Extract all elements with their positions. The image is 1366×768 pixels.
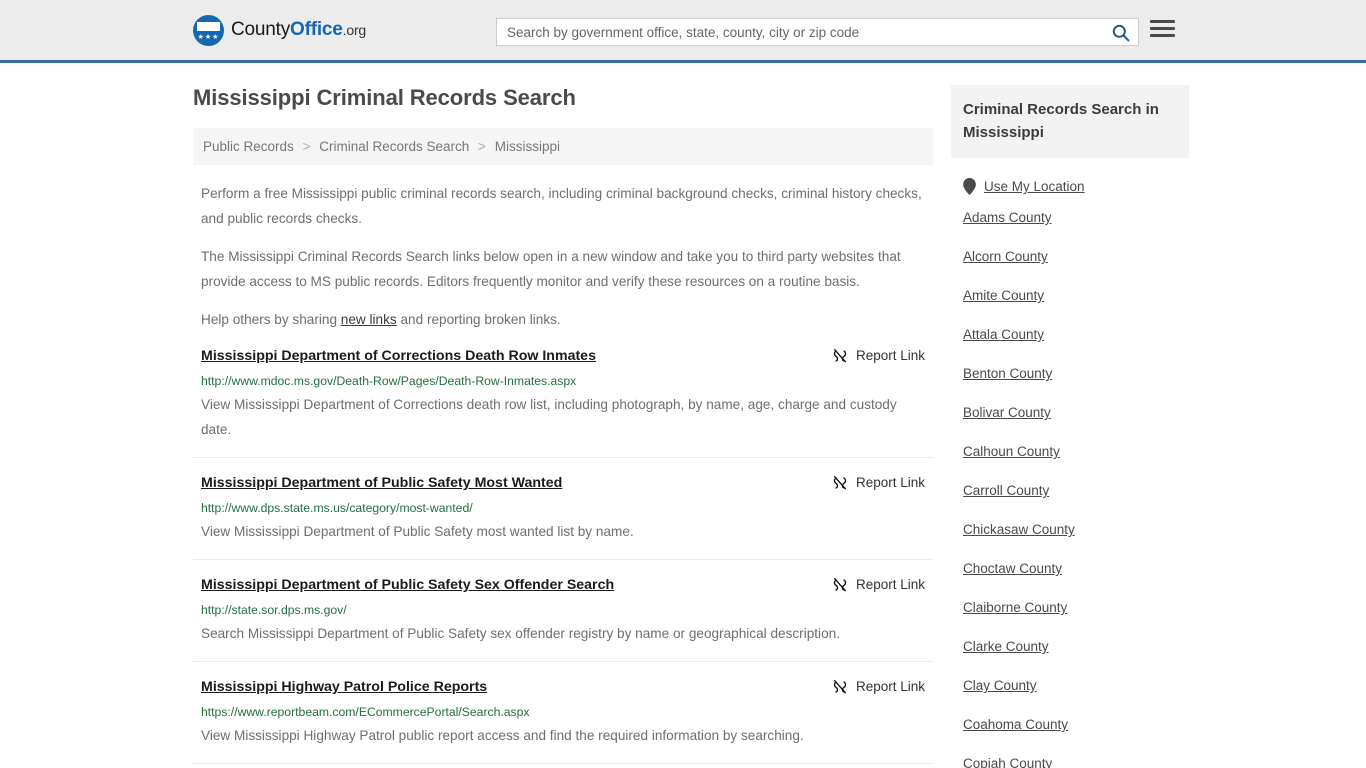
- search-button[interactable]: [1102, 19, 1138, 45]
- result-item: Mississippi Highway Patrol Police Report…: [193, 677, 933, 764]
- result-title-link[interactable]: Mississippi Department of Corrections De…: [201, 346, 596, 366]
- result-title-link[interactable]: Mississippi Department of Public Safety …: [201, 473, 562, 493]
- intro-paragraph-1: Perform a free Mississippi public crimin…: [201, 186, 922, 226]
- result-url: http://www.dps.state.ms.us/category/most…: [201, 501, 473, 515]
- county-link-benton[interactable]: Benton County: [963, 366, 1052, 381]
- broken-link-icon: [833, 349, 847, 363]
- intro-paragraph-3: Help others by sharing new links and rep…: [193, 307, 933, 332]
- county-link-clarke[interactable]: Clarke County: [963, 639, 1049, 654]
- county-link-copiah[interactable]: Copiah County: [963, 756, 1052, 768]
- hamburger-menu-icon[interactable]: [1150, 20, 1175, 37]
- report-link-label: Report Link: [855, 347, 925, 363]
- result-description: View Mississippi Highway Patrol public r…: [201, 728, 804, 743]
- brand-wordmark: CountyOffice.org: [231, 19, 366, 41]
- list-item: Alcorn County: [963, 248, 1189, 266]
- result-item: Mississippi Department of Public Safety …: [193, 473, 933, 560]
- county-link-alcorn[interactable]: Alcorn County: [963, 249, 1048, 264]
- result-item: Mississippi Department of Corrections De…: [193, 346, 933, 458]
- page-body: Mississippi Criminal Records Search Publ…: [0, 63, 1366, 768]
- report-link-label: Report Link: [855, 474, 925, 490]
- result-title-link[interactable]: Mississippi Department of Public Safety …: [201, 575, 614, 595]
- sidebar: Criminal Records Search in Mississippi U…: [951, 85, 1189, 768]
- list-item: Coahoma County: [963, 716, 1189, 734]
- result-url: http://www.mdoc.ms.gov/Death-Row/Pages/D…: [201, 374, 577, 388]
- county-link-adams[interactable]: Adams County: [963, 210, 1052, 225]
- report-link-button[interactable]: Report Link: [832, 575, 925, 592]
- use-my-location-label: Use My Location: [984, 179, 1085, 194]
- page-title: Mississippi Criminal Records Search: [193, 85, 576, 110]
- report-link-button[interactable]: Report Link: [832, 346, 925, 363]
- result-description: Search Mississippi Department of Public …: [201, 626, 840, 641]
- report-link-button[interactable]: Report Link: [832, 677, 925, 694]
- brand-suffix: .org: [342, 22, 367, 38]
- search-bar[interactable]: [496, 18, 1139, 46]
- report-link-button[interactable]: Report Link: [832, 473, 925, 490]
- sidebar-heading: Criminal Records Search in Mississippi: [951, 85, 1189, 158]
- list-item: Calhoun County: [963, 443, 1189, 461]
- intro-p3-after: and reporting broken links.: [396, 312, 561, 327]
- site-logo[interactable]: ★★★ CountyOffice.org: [193, 14, 366, 46]
- list-item: Adams County: [963, 209, 1189, 227]
- list-item: Amite County: [963, 287, 1189, 305]
- list-item: Chickasaw County: [963, 521, 1189, 539]
- brand-bold: Office: [290, 19, 343, 40]
- broken-link-icon: [833, 476, 847, 490]
- list-item: Bolivar County: [963, 404, 1189, 422]
- result-description: View Mississippi Department of Public Sa…: [201, 524, 634, 539]
- new-links-link[interactable]: new links: [341, 312, 397, 327]
- county-link-claiborne[interactable]: Claiborne County: [963, 600, 1067, 615]
- report-link-label: Report Link: [855, 678, 925, 694]
- intro-paragraph-2: The Mississippi Criminal Records Search …: [201, 249, 901, 289]
- use-my-location-link[interactable]: Use My Location: [951, 158, 1189, 195]
- county-link-carroll[interactable]: Carroll County: [963, 483, 1049, 498]
- list-item: Clay County: [963, 677, 1189, 695]
- eagle-shield-logo-icon: ★★★: [193, 14, 224, 46]
- county-link-coahoma[interactable]: Coahoma County: [963, 717, 1068, 732]
- search-input[interactable]: [497, 19, 1102, 45]
- county-link-amite[interactable]: Amite County: [963, 288, 1044, 303]
- result-description: View Mississippi Department of Correctio…: [201, 397, 897, 437]
- breadcrumb-item-mississippi: Mississippi: [494, 139, 560, 154]
- list-item: Copiah County: [963, 755, 1189, 768]
- list-item: Carroll County: [963, 482, 1189, 500]
- county-link-attala[interactable]: Attala County: [963, 327, 1044, 342]
- breadcrumb-item-public-records[interactable]: Public Records: [203, 139, 294, 154]
- list-item: Choctaw County: [963, 560, 1189, 578]
- result-item: Mississippi Department of Public Safety …: [193, 575, 933, 662]
- site-header: ★★★ CountyOffice.org: [0, 0, 1366, 63]
- result-url: http://state.sor.dps.ms.gov/: [201, 603, 347, 617]
- broken-link-icon: [833, 680, 847, 694]
- county-link-calhoun[interactable]: Calhoun County: [963, 444, 1060, 459]
- county-link-bolivar[interactable]: Bolivar County: [963, 405, 1051, 420]
- breadcrumb: Public Records > Criminal Records Search…: [193, 128, 933, 165]
- map-pin-icon: [963, 178, 976, 195]
- breadcrumb-separator: >: [302, 139, 311, 154]
- list-item: Benton County: [963, 365, 1189, 383]
- search-icon: [1112, 24, 1129, 41]
- intro-p3-before: Help others by sharing: [201, 312, 341, 327]
- result-title-link[interactable]: Mississippi Highway Patrol Police Report…: [201, 677, 487, 697]
- broken-link-icon: [833, 578, 847, 592]
- main-content: Mississippi Criminal Records Search Publ…: [193, 85, 933, 768]
- intro-text: Perform a free Mississippi public crimin…: [193, 181, 933, 332]
- county-link-clay[interactable]: Clay County: [963, 678, 1037, 693]
- county-link-chickasaw[interactable]: Chickasaw County: [963, 522, 1075, 537]
- results-list: Mississippi Department of Corrections De…: [193, 346, 933, 768]
- list-item: Clarke County: [963, 638, 1189, 656]
- report-link-label: Report Link: [855, 576, 925, 592]
- county-link-choctaw[interactable]: Choctaw County: [963, 561, 1062, 576]
- result-url: https://www.reportbeam.com/ECommercePort…: [201, 705, 530, 719]
- breadcrumb-item-criminal-records-search[interactable]: Criminal Records Search: [319, 139, 469, 154]
- list-item: Attala County: [963, 326, 1189, 344]
- list-item: Claiborne County: [963, 599, 1189, 617]
- breadcrumb-separator: >: [478, 139, 486, 154]
- county-list: Adams County Alcorn County Amite County …: [951, 195, 1189, 768]
- brand-prefix: County: [231, 19, 291, 40]
